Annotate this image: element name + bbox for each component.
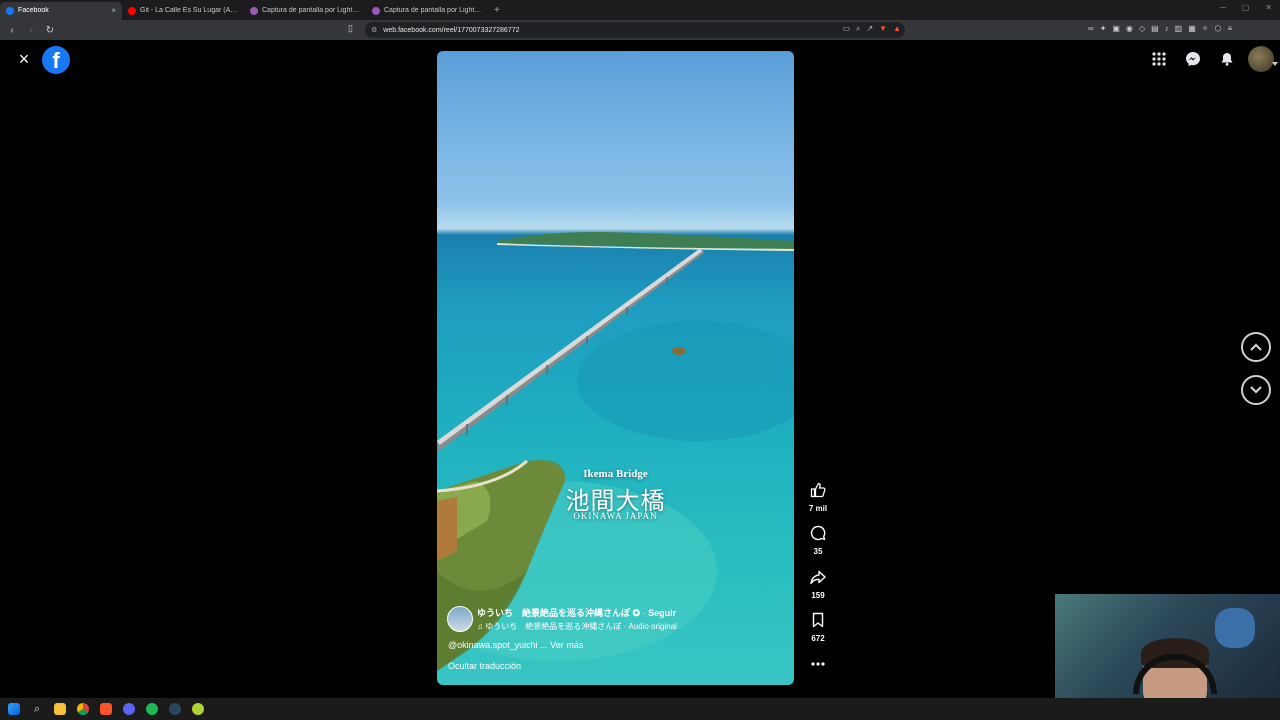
author-name[interactable]: ゆういち 絶景絶品を巡る沖縄さんぽ — [477, 608, 630, 618]
close-window-icon[interactable]: ✕ — [1265, 3, 1272, 12]
share-icon[interactable]: ↗ — [866, 24, 873, 34]
sidebar-icon[interactable]: ▥ — [1175, 24, 1183, 33]
maximize-icon[interactable]: ▢ — [1242, 3, 1250, 12]
windows-start-icon[interactable] — [8, 703, 20, 715]
like-action[interactable]: 7 mil — [803, 482, 833, 513]
forward-icon[interactable]: › — [24, 23, 38, 37]
browser-tab-bar: Facebook × Git - La Calle Es Su Lugar (A… — [0, 0, 1280, 20]
author-name-line: ゆういち 絶景絶品を巡る沖縄さんぽ ✪ · Seguir — [477, 606, 677, 619]
lightshot-favicon-icon — [250, 6, 258, 15]
share-arrow-icon — [803, 569, 833, 589]
extension-icon[interactable]: ✦ — [1100, 24, 1107, 33]
lightshot-favicon-icon — [372, 6, 380, 15]
overlay-subtitle: OKINAWA JAPAN — [573, 511, 658, 521]
share-action[interactable]: 159 — [803, 569, 833, 600]
extension-icon[interactable]: ◉ — [1126, 24, 1133, 33]
save-action[interactable]: 672 — [803, 612, 833, 643]
follow-button[interactable]: Seguir — [648, 608, 676, 618]
author-row: ゆういち 絶景絶品を巡る沖縄さんぽ ✪ · Seguir ♫ ゆういち 絶景絶品… — [447, 606, 677, 632]
discord-icon[interactable] — [123, 703, 135, 715]
steam-icon[interactable] — [169, 703, 181, 715]
brave-rewards-icon[interactable]: ▲ — [893, 24, 901, 34]
hide-translation-link[interactable]: Ocultar traducción — [448, 661, 521, 671]
author-avatar[interactable] — [447, 606, 473, 632]
extension-icon[interactable]: ∞ — [1088, 24, 1094, 33]
overlay-title-en: Ikema Bridge — [583, 468, 648, 480]
url-text: web.facebook.com/reel/1770073327286772 — [383, 26, 520, 34]
share-count: 159 — [811, 591, 825, 600]
reload-icon[interactable]: ↻ — [43, 23, 57, 37]
tab-label: Captura de pantalla por Lightshot — [262, 7, 360, 14]
url-field[interactable]: ⚙ web.facebook.com/reel/1770073327286772… — [365, 22, 905, 38]
comment-bubble-icon — [803, 525, 833, 545]
vpn-icon[interactable]: ⬡ — [1215, 24, 1222, 33]
save-count: 672 — [811, 634, 825, 643]
notifications-bell-icon[interactable] — [1214, 46, 1240, 72]
new-tab-button[interactable]: + — [494, 5, 500, 16]
comment-action[interactable]: 35 — [803, 525, 833, 556]
facebook-logo-icon[interactable]: f — [42, 46, 70, 74]
tab-label: Facebook — [18, 7, 49, 14]
media-icon[interactable]: ♪ — [1165, 24, 1169, 33]
profile-avatar[interactable] — [1248, 46, 1278, 72]
close-reel-icon[interactable]: × — [15, 50, 33, 68]
extension-icon[interactable]: ▣ — [1112, 24, 1120, 33]
verified-icon: ✪ — [632, 608, 641, 618]
minimize-icon[interactable]: ─ — [1220, 3, 1226, 12]
tab-lightshot-2[interactable]: Captura de pantalla por Lightshot — [366, 2, 488, 20]
audio-label: ゆういち 絶景絶品を巡る沖縄さんぽ · Audio original — [485, 622, 677, 631]
wallet-icon[interactable]: ▦ — [1188, 24, 1196, 33]
ikema-bridge-scene — [437, 232, 794, 671]
tab-label: Git - La Calle Es Su Lugar (Audio) - Y — [140, 7, 238, 14]
extension-icon[interactable]: ◇ — [1139, 24, 1145, 33]
like-count: 7 mil — [808, 504, 828, 513]
back-icon[interactable]: ‹ — [5, 23, 19, 37]
window-controls: ─ ▢ ✕ — [1220, 3, 1272, 12]
more-options-button[interactable] — [803, 656, 833, 676]
music-note-icon: ♫ — [477, 622, 486, 631]
reel-caption[interactable]: @okinawa.spot_yuichi ... Ver más — [448, 640, 583, 650]
tab-youtube[interactable]: Git - La Calle Es Su Lugar (Audio) - Y — [122, 2, 244, 20]
audio-line[interactable]: ♫ ゆういち 絶景絶品を巡る沖縄さんぽ · Audio original — [477, 621, 677, 632]
leo-icon[interactable]: ✧ — [1202, 24, 1209, 33]
bookmark-save-icon — [803, 612, 833, 632]
close-tab-icon[interactable]: × — [111, 6, 116, 15]
facebook-favicon-icon — [6, 6, 14, 15]
tab-facebook[interactable]: Facebook × — [0, 1, 122, 20]
extensions-row: ∞ ✦ ▣ ◉ ◇ ▤ ♪ ▥ ▦ ✧ ⬡ ≡ — [1088, 24, 1232, 33]
webcam-background — [1215, 608, 1255, 648]
webcam-overlay — [1055, 594, 1280, 698]
bookmark-icon[interactable]: ▯ — [348, 23, 353, 34]
brave-browser-icon[interactable] — [100, 703, 112, 715]
search-icon[interactable]: ⌕ — [31, 703, 43, 715]
menu-icon[interactable]: ≡ — [1227, 24, 1232, 33]
messenger-icon[interactable] — [1180, 46, 1206, 72]
next-reel-button[interactable] — [1241, 375, 1271, 405]
windows-taskbar: ⌕ — [0, 698, 1280, 720]
comment-count: 35 — [813, 547, 823, 556]
menu-grid-icon[interactable] — [1146, 46, 1172, 72]
site-info-icon[interactable]: ⚙ — [371, 26, 377, 34]
more-dots-icon — [803, 656, 833, 676]
youtube-favicon-icon — [128, 6, 136, 15]
file-explorer-icon[interactable] — [54, 703, 66, 715]
extension-icon[interactable]: ▤ — [1151, 24, 1159, 33]
tab-lightshot-1[interactable]: Captura de pantalla por Lightshot — [244, 2, 366, 20]
previous-reel-button[interactable] — [1241, 332, 1271, 362]
brave-shields-icon[interactable]: ▼ — [879, 24, 887, 34]
top-right-nav — [1146, 46, 1278, 72]
chrome-icon[interactable] — [77, 703, 89, 715]
app-icon[interactable] — [192, 703, 204, 715]
spotify-icon[interactable] — [146, 703, 158, 715]
cast-icon[interactable]: ▭ — [842, 24, 850, 34]
url-actions: ▭ ⌕ ↗ ▼ ▲ — [842, 24, 901, 34]
reel-video[interactable]: Ikema Bridge 池間大橋 OKINAWA JAPAN ゆういち 絶景絶… — [437, 51, 794, 685]
address-bar-row: ‹ › ↻ ▯ ⚙ web.facebook.com/reel/17700733… — [0, 20, 1280, 40]
zoom-icon[interactable]: ⌕ — [856, 24, 860, 34]
tab-label: Captura de pantalla por Lightshot — [384, 7, 482, 14]
thumbs-up-icon — [803, 482, 833, 502]
